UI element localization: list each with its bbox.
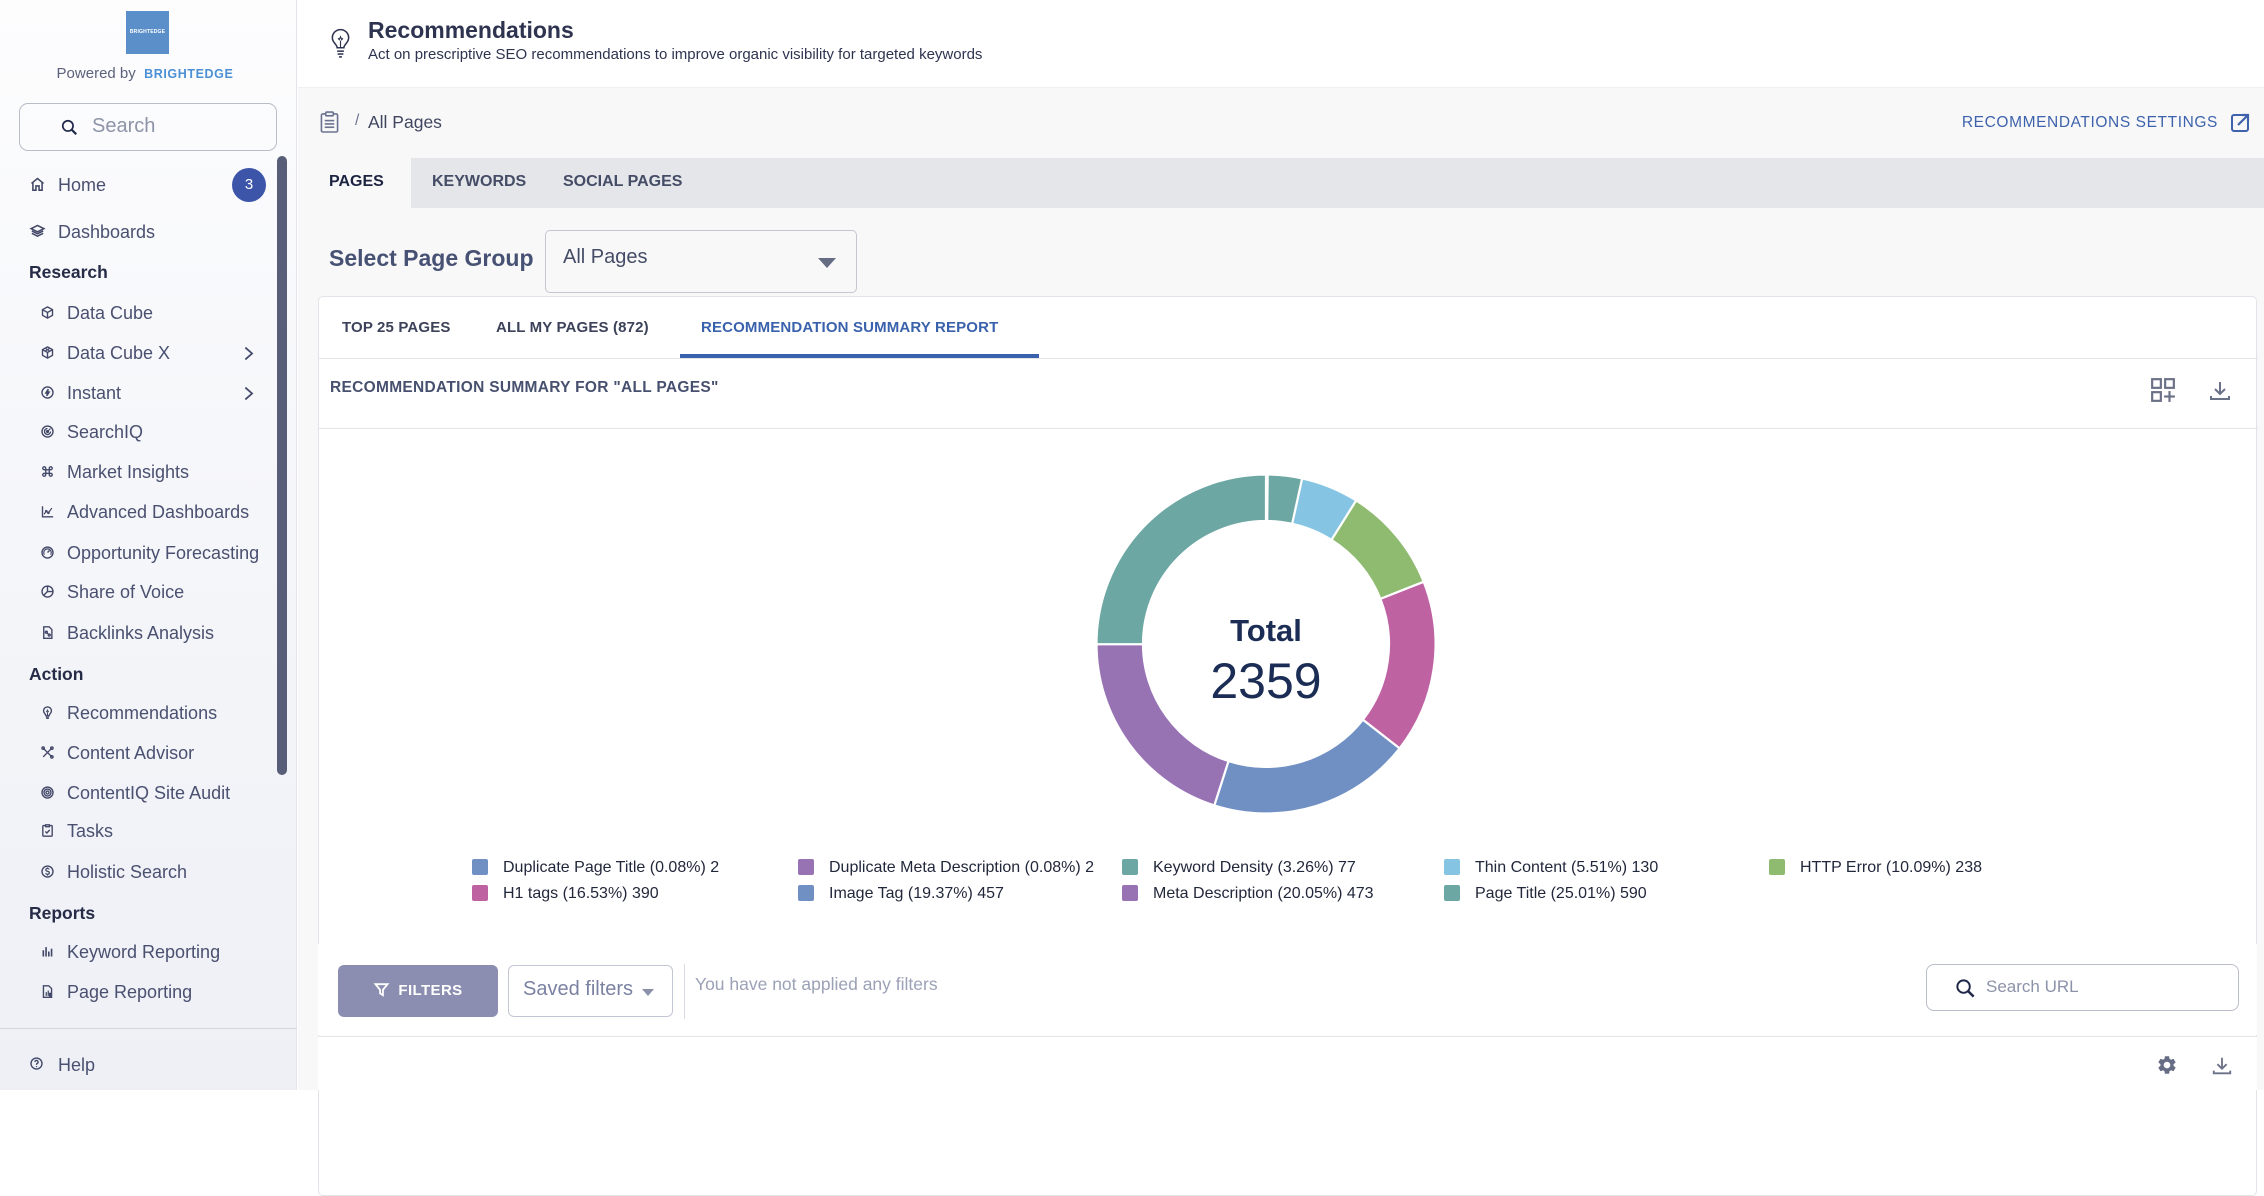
- svg-text:Total: Total: [1230, 613, 1302, 648]
- svg-text:2359: 2359: [1210, 653, 1321, 709]
